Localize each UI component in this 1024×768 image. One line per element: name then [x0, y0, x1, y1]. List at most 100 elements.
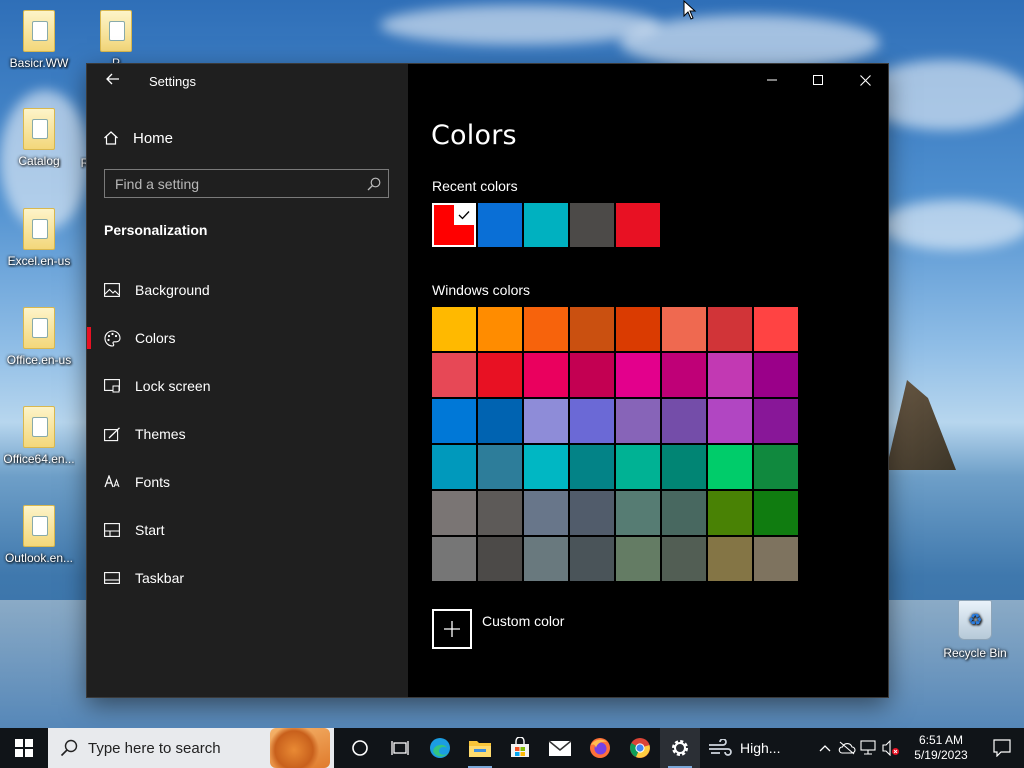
store-button[interactable]	[500, 728, 540, 768]
windows-color-swatch[interactable]	[478, 445, 522, 489]
volume-muted-icon	[882, 740, 899, 756]
recent-color-swatch[interactable]	[478, 203, 522, 247]
recycle-bin[interactable]: Recycle Bin	[940, 600, 1010, 660]
settings-taskbar-button[interactable]	[660, 728, 700, 768]
windows-color-swatch[interactable]	[754, 399, 798, 443]
close-button[interactable]	[842, 64, 888, 96]
windows-color-swatch[interactable]	[570, 399, 614, 443]
windows-color-swatch[interactable]	[708, 537, 752, 581]
recent-color-swatch[interactable]	[570, 203, 614, 247]
minimize-button[interactable]	[749, 64, 795, 96]
desktop-icon[interactable]: Basicr.WW	[3, 10, 75, 70]
mail-button[interactable]	[540, 728, 580, 768]
windows-color-swatch[interactable]	[616, 353, 660, 397]
windows-color-swatch[interactable]	[570, 353, 614, 397]
windows-color-swatch[interactable]	[478, 353, 522, 397]
windows-color-swatch[interactable]	[570, 307, 614, 351]
desktop-icon-label: Office.en-us	[6, 353, 72, 367]
nav-item-themes[interactable]: Themes	[87, 410, 408, 458]
desktop-icon[interactable]: Catalog	[3, 108, 75, 168]
notification-button[interactable]	[980, 728, 1024, 768]
windows-color-swatch[interactable]	[662, 399, 706, 443]
chrome-button[interactable]	[620, 728, 660, 768]
settings-sidebar: Settings Home Personalization Background	[87, 64, 408, 697]
file-icon	[23, 208, 55, 250]
desktop-icon[interactable]: Office64.en...	[3, 406, 75, 466]
windows-color-swatch[interactable]	[754, 537, 798, 581]
windows-color-swatch[interactable]	[616, 491, 660, 535]
edge-button[interactable]	[420, 728, 460, 768]
recycle-bin-label: Recycle Bin	[943, 646, 1007, 660]
nav-item-taskbar[interactable]: Taskbar	[87, 554, 408, 602]
windows-color-swatch[interactable]	[432, 537, 476, 581]
windows-color-swatch[interactable]	[432, 491, 476, 535]
cortana-button[interactable]	[340, 728, 380, 768]
nav-item-lock-screen[interactable]: Lock screen	[87, 362, 408, 410]
windows-color-swatch[interactable]	[524, 353, 568, 397]
tray-overflow-button[interactable]	[814, 728, 836, 768]
search-icon[interactable]	[360, 170, 388, 197]
windows-color-swatch[interactable]	[662, 353, 706, 397]
maximize-icon	[813, 75, 823, 85]
clock[interactable]: 6:51 AM 5/19/2023	[902, 733, 980, 763]
windows-color-swatch[interactable]	[432, 307, 476, 351]
windows-color-swatch[interactable]	[570, 537, 614, 581]
windows-color-swatch[interactable]	[432, 353, 476, 397]
maximize-button[interactable]	[795, 64, 841, 96]
custom-color-button[interactable]: Custom color	[432, 609, 564, 649]
windows-color-swatch[interactable]	[754, 491, 798, 535]
windows-color-swatch[interactable]	[662, 491, 706, 535]
taskbar-search[interactable]: Type here to search	[48, 728, 334, 768]
recent-color-swatch[interactable]	[524, 203, 568, 247]
windows-color-swatch[interactable]	[478, 537, 522, 581]
windows-color-swatch[interactable]	[524, 307, 568, 351]
home-link[interactable]: Home	[103, 126, 173, 150]
desktop-icon[interactable]: Excel.en-us	[3, 208, 75, 268]
firefox-button[interactable]	[580, 728, 620, 768]
nav-item-background[interactable]: Background	[87, 266, 408, 314]
back-button[interactable]	[103, 72, 123, 92]
windows-color-swatch[interactable]	[478, 399, 522, 443]
windows-color-swatch[interactable]	[570, 445, 614, 489]
windows-color-swatch[interactable]	[708, 399, 752, 443]
windows-color-swatch[interactable]	[478, 491, 522, 535]
desktop-icon[interactable]: Office.en-us	[3, 307, 75, 367]
volume-button[interactable]	[880, 728, 902, 768]
windows-color-swatch[interactable]	[616, 537, 660, 581]
windows-color-swatch[interactable]	[754, 353, 798, 397]
windows-color-swatch[interactable]	[524, 491, 568, 535]
windows-color-swatch[interactable]	[524, 537, 568, 581]
windows-color-swatch[interactable]	[616, 307, 660, 351]
windows-color-swatch[interactable]	[432, 445, 476, 489]
windows-color-swatch[interactable]	[662, 537, 706, 581]
nav-item-fonts[interactable]: Fonts	[87, 458, 408, 506]
windows-color-swatch[interactable]	[708, 353, 752, 397]
windows-color-swatch[interactable]	[662, 445, 706, 489]
windows-color-swatch[interactable]	[524, 399, 568, 443]
windows-color-swatch[interactable]	[662, 307, 706, 351]
windows-color-swatch[interactable]	[708, 491, 752, 535]
task-view-button[interactable]	[380, 728, 420, 768]
nav-item-colors[interactable]: Colors	[87, 314, 408, 362]
windows-color-swatch[interactable]	[708, 445, 752, 489]
windows-color-swatch[interactable]	[570, 491, 614, 535]
recent-color-swatch[interactable]	[616, 203, 660, 247]
windows-color-swatch[interactable]	[524, 445, 568, 489]
windows-color-swatch[interactable]	[708, 307, 752, 351]
windows-color-swatch[interactable]	[616, 445, 660, 489]
network-button[interactable]	[858, 728, 880, 768]
windows-color-swatch[interactable]	[478, 307, 522, 351]
windows-color-swatch[interactable]	[754, 445, 798, 489]
windows-color-swatch[interactable]	[754, 307, 798, 351]
nav-item-start[interactable]: Start	[87, 506, 408, 554]
windows-color-swatch[interactable]	[616, 399, 660, 443]
weather-widget[interactable]: High...	[708, 739, 780, 757]
desktop-icon[interactable]: P	[80, 10, 152, 70]
search-input[interactable]	[105, 174, 360, 193]
recent-color-swatch[interactable]	[432, 203, 476, 247]
desktop-icon[interactable]: Outlook.en...	[3, 505, 75, 565]
windows-color-swatch[interactable]	[432, 399, 476, 443]
file-explorer-button[interactable]	[460, 728, 500, 768]
start-button[interactable]	[0, 728, 48, 768]
onedrive-button[interactable]	[836, 728, 858, 768]
